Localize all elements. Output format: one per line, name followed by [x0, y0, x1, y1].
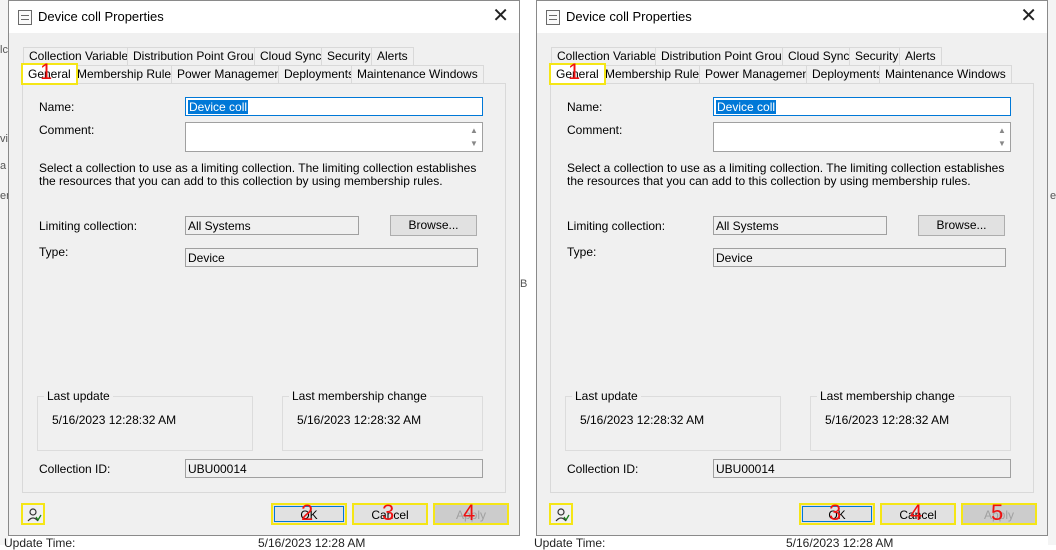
comment-textarea[interactable]: ▲ ▼ — [713, 122, 1011, 152]
comment-label: Comment: — [39, 123, 95, 137]
background-text: er — [1050, 190, 1056, 202]
scrollbar[interactable]: ▲ ▼ — [995, 124, 1009, 150]
cancel-button[interactable]: Cancel — [880, 503, 956, 525]
last-update-value: 5/16/2023 12:28:32 AM — [52, 413, 177, 427]
background-update-time: 5/16/2023 12:28 AM — [258, 536, 366, 550]
collection-id-label: Collection ID: — [567, 462, 639, 476]
tab-power-management[interactable]: Power Management — [171, 65, 291, 83]
tab-membership-rules[interactable]: Membership Rules — [71, 65, 184, 83]
ok-label: OK — [274, 506, 344, 522]
tab-distribution-point-groups[interactable]: Distribution Point Groups — [655, 47, 801, 65]
last-update-label: Last update — [44, 389, 113, 403]
dialog-title: Device coll Properties — [38, 9, 164, 24]
close-icon[interactable]: ✕ — [1020, 5, 1037, 27]
user-help-icon — [555, 508, 570, 522]
comment-textarea[interactable]: ▲ ▼ — [185, 122, 483, 152]
tab-cloud-sync[interactable]: Cloud Sync — [254, 47, 328, 65]
comment-label: Comment: — [567, 123, 623, 137]
limiting-collection-label: Limiting collection: — [39, 219, 138, 233]
tab-alerts[interactable]: Alerts — [371, 47, 414, 65]
background-update-label: Update Time: — [4, 536, 76, 550]
tab-general[interactable]: General — [21, 63, 78, 85]
tab-general[interactable]: General — [549, 63, 606, 85]
ok-button[interactable]: OK — [799, 503, 875, 525]
ok-label: OK — [802, 506, 872, 522]
tab-deployments[interactable]: Deployments — [806, 65, 889, 83]
last-update-group: Last update 5/16/2023 12:28:32 AM — [37, 389, 253, 451]
last-membership-change-label: Last membership change — [817, 389, 958, 403]
tab-deployments[interactable]: Deployments — [278, 65, 361, 83]
background-window-right — [1048, 0, 1056, 545]
title-bar[interactable]: Device coll Properties ✕ — [9, 1, 519, 33]
collection-id-field: UBU00014 — [713, 459, 1011, 478]
background-window-left — [0, 0, 8, 545]
apply-button[interactable]: Apply — [961, 503, 1037, 525]
ok-button[interactable]: OK — [271, 503, 347, 525]
name-label: Name: — [39, 100, 75, 114]
background-window-middle — [520, 0, 536, 545]
properties-dialog: Device coll Properties ✕ Collection Vari… — [8, 0, 520, 536]
last-membership-change-group: Last membership change 5/16/2023 12:28:3… — [282, 389, 483, 451]
tab-distribution-point-groups[interactable]: Distribution Point Groups — [127, 47, 273, 65]
dialog-title: Device coll Properties — [566, 9, 692, 24]
tab-maintenance-windows[interactable]: Maintenance Windows — [351, 65, 484, 83]
background-text: a — [0, 160, 7, 172]
type-label: Type: — [39, 245, 69, 259]
limiting-collection-field: All Systems — [185, 216, 359, 235]
browse-button[interactable]: Browse... — [918, 215, 1005, 236]
last-update-group: Last update 5/16/2023 12:28:32 AM — [565, 389, 781, 451]
tab-power-management[interactable]: Power Management — [699, 65, 819, 83]
help-button[interactable] — [549, 503, 573, 525]
properties-dialog: Device coll Properties ✕ Collection Vari… — [536, 0, 1048, 536]
tab-alerts[interactable]: Alerts — [899, 47, 942, 65]
last-membership-change-value: 5/16/2023 12:28:32 AM — [825, 413, 950, 427]
limiting-description: Select a collection to use as a limiting… — [567, 161, 1005, 188]
last-membership-change-group: Last membership change 5/16/2023 12:28:3… — [810, 389, 1011, 451]
user-help-icon — [27, 508, 42, 522]
properties-icon — [18, 10, 32, 25]
background-text: B — [520, 278, 528, 290]
tab-security[interactable]: Security — [849, 47, 905, 65]
last-update-value: 5/16/2023 12:28:32 AM — [580, 413, 705, 427]
name-value: Device coll — [716, 100, 777, 114]
scrollbar[interactable]: ▲ ▼ — [467, 124, 481, 150]
tab-maintenance-windows[interactable]: Maintenance Windows — [879, 65, 1012, 83]
tab-cloud-sync[interactable]: Cloud Sync — [782, 47, 856, 65]
type-field: Device — [185, 248, 478, 267]
type-field: Device — [713, 248, 1006, 267]
browse-button[interactable]: Browse... — [390, 215, 477, 236]
name-input[interactable]: Device coll — [185, 97, 483, 116]
help-button[interactable] — [21, 503, 45, 525]
background-text: vi — [0, 133, 8, 145]
limiting-description: Select a collection to use as a limiting… — [39, 161, 477, 188]
limiting-collection-field: All Systems — [713, 216, 887, 235]
last-membership-change-label: Last membership change — [289, 389, 430, 403]
last-update-label: Last update — [572, 389, 641, 403]
background-update-time: 5/16/2023 12:28 AM — [786, 536, 894, 550]
last-membership-change-value: 5/16/2023 12:28:32 AM — [297, 413, 422, 427]
tab-security[interactable]: Security — [321, 47, 377, 65]
properties-icon — [546, 10, 560, 25]
background-update-label: Update Time: — [534, 536, 606, 550]
name-value: Device coll — [188, 100, 249, 114]
type-label: Type: — [567, 245, 597, 259]
name-label: Name: — [567, 100, 603, 114]
tab-membership-rules[interactable]: Membership Rules — [599, 65, 712, 83]
limiting-collection-label: Limiting collection: — [567, 219, 666, 233]
close-icon[interactable]: ✕ — [492, 5, 509, 27]
collection-id-field: UBU00014 — [185, 459, 483, 478]
name-input[interactable]: Device coll — [713, 97, 1011, 116]
collection-id-label: Collection ID: — [39, 462, 111, 476]
title-bar[interactable]: Device coll Properties ✕ — [537, 1, 1047, 33]
cancel-button[interactable]: Cancel — [352, 503, 428, 525]
apply-button[interactable]: Apply — [433, 503, 509, 525]
background-text: lc — [0, 44, 8, 56]
